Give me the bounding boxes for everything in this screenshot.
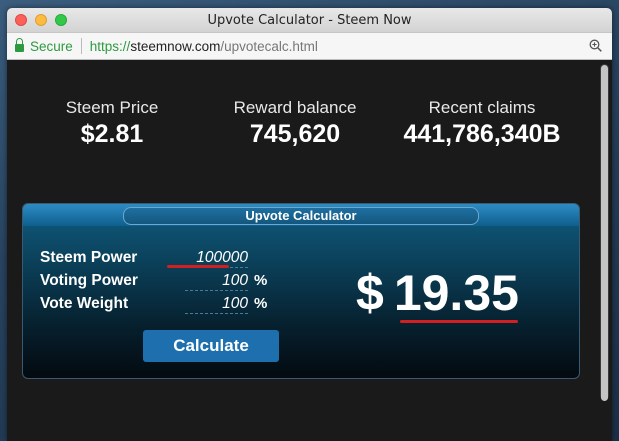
- voting-power-unit: %: [254, 272, 268, 289]
- calculator-form: Steem Power 100000 Voting Power 100 % Vo…: [40, 246, 267, 315]
- voting-power-row: Voting Power 100 %: [40, 269, 267, 292]
- steem-power-label: Steem Power: [40, 248, 138, 266]
- url-scheme: https://: [89, 38, 131, 54]
- stat-steem-price: Steem Price $2.81: [47, 98, 177, 149]
- title-bar: Upvote Calculator - Steem Now: [7, 8, 612, 33]
- address-bar[interactable]: Secure https://steemnow.com/upvotecalc.h…: [7, 33, 612, 60]
- scrollbar-thumb[interactable]: [601, 65, 608, 401]
- stat-recent-claims: Recent claims 441,786,340B: [392, 98, 572, 149]
- stat-value: $2.81: [80, 120, 144, 148]
- calculate-button[interactable]: Calculate: [143, 330, 279, 362]
- url-domain: steemnow.com: [130, 38, 221, 54]
- vote-weight-row: Vote Weight 100 %: [40, 292, 267, 315]
- voting-power-input[interactable]: 100: [185, 271, 248, 291]
- window-title: Upvote Calculator - Steem Now: [207, 13, 412, 28]
- url-divider: [80, 38, 82, 54]
- window-controls: [15, 14, 67, 26]
- secure-label: Secure: [30, 38, 73, 54]
- vote-weight-input[interactable]: 100: [185, 294, 248, 314]
- result-display: $19.35: [356, 264, 519, 322]
- minimize-window-button[interactable]: [35, 14, 47, 26]
- maximize-window-button[interactable]: [55, 14, 67, 26]
- stat-value: 745,620: [249, 120, 341, 148]
- voting-power-label: Voting Power: [40, 271, 138, 289]
- browser-window: Upvote Calculator - Steem Now Secure htt…: [7, 8, 612, 441]
- vote-weight-unit: %: [254, 295, 268, 312]
- stat-label: Reward balance: [233, 98, 357, 117]
- lock-icon: [15, 38, 24, 52]
- steem-power-row: Steem Power 100000: [40, 246, 267, 269]
- result-highlight-underline: [400, 320, 518, 323]
- stat-value: 441,786,340B: [403, 120, 561, 148]
- url-path: /upvotecalc.html: [220, 38, 318, 54]
- panel-header: Upvote Calculator: [23, 204, 579, 226]
- result-currency: $: [356, 265, 384, 321]
- url-text[interactable]: https://steemnow.com/upvotecalc.html: [90, 39, 318, 54]
- stat-label: Steem Price: [65, 98, 159, 117]
- zoom-icon[interactable]: [589, 39, 602, 52]
- stat-reward-balance: Reward balance 745,620: [220, 98, 370, 149]
- stat-label: Recent claims: [428, 98, 536, 117]
- upvote-calculator-panel: Upvote Calculator Steem Power 100000 Vot…: [22, 203, 580, 379]
- scrollbar[interactable]: [600, 64, 609, 401]
- page-content: Steem Price $2.81 Reward balance 745,620…: [7, 60, 612, 441]
- panel-title: Upvote Calculator: [123, 207, 479, 225]
- close-window-button[interactable]: [15, 14, 27, 26]
- vote-weight-label: Vote Weight: [40, 294, 129, 312]
- result-value: 19.35: [393, 265, 519, 321]
- steem-power-highlight-underline: [167, 265, 229, 268]
